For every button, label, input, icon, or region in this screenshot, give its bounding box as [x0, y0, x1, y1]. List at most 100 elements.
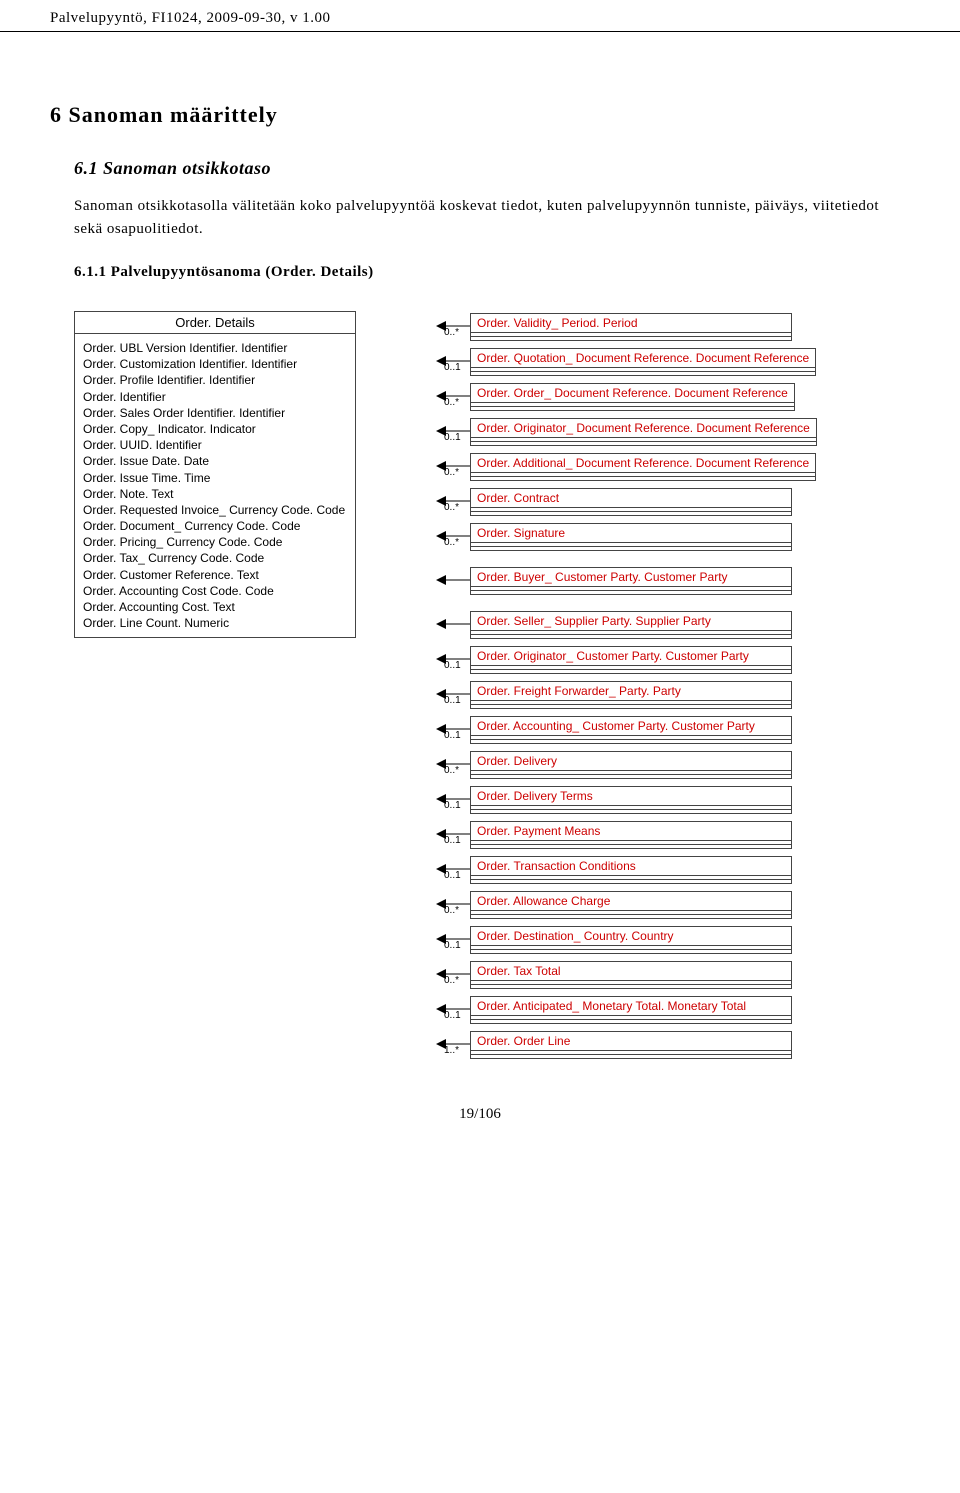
relations-column: 0..* Order. Validity_ Period. Period 0..1 O… [436, 313, 817, 1066]
relation-class-box: Order. Allowance Charge [470, 891, 792, 919]
multiplicity-label: 0..* [444, 467, 459, 478]
heading-2: 6.1 Sanoman otsikkotaso [74, 158, 910, 179]
relation-class-title: Order. Payment Means [471, 822, 791, 841]
relation-class-box: Order. Delivery Terms [470, 786, 792, 814]
class-attribute: Order. Customization Identifier. Identif… [83, 356, 347, 372]
multiplicity-label: 0..* [444, 975, 459, 986]
relation-class-title: Order. Buyer_ Customer Party. Customer P… [471, 568, 791, 587]
relation-class-box: Order. Order Line [470, 1031, 792, 1059]
relation-class-box: Order. Validity_ Period. Period [470, 313, 792, 341]
doc-header: Palvelupyyntö, FI1024, 2009-09-30, v 1.0… [0, 0, 960, 32]
relation-class-title: Order. Anticipated_ Monetary Total. Mone… [471, 997, 791, 1016]
relation-class-box: Order. Buyer_ Customer Party. Customer P… [470, 567, 792, 595]
relation-class-title: Order. Freight Forwarder_ Party. Party [471, 682, 791, 701]
relation-row: Order. Buyer_ Customer Party. Customer P… [436, 567, 817, 595]
multiplicity-label: 0..1 [444, 1010, 461, 1021]
multiplicity-label: 0..1 [444, 730, 461, 741]
class-attribute: Order. Accounting Cost Code. Code [83, 583, 347, 599]
relation-row: 0..* Order. Additional_ Document Referenc… [436, 453, 817, 481]
multiplicity-label: 0..1 [444, 660, 461, 671]
class-attribute: Order. UBL Version Identifier. Identifie… [83, 340, 347, 356]
relation-class-box: Order. Quotation_ Document Reference. Do… [470, 348, 816, 376]
multiplicity-label: 0..1 [444, 695, 461, 706]
class-attributes: Order. UBL Version Identifier. Identifie… [75, 334, 355, 637]
multiplicity-label: 0..1 [444, 432, 461, 443]
relation-row: 0..1 Order. Quotation_ Document Reference… [436, 348, 817, 376]
relation-row: 0..1 Order. Anticipated_ Monetary Total. … [436, 996, 817, 1024]
class-attribute: Order. Issue Time. Time [83, 470, 347, 486]
relation-row: 0..1 Order. Originator_ Document Referenc… [436, 418, 817, 446]
relation-row: 0..1 Order. Freight Forwarder_ Party. Par… [436, 681, 817, 709]
relation-class-title: Order. Contract [471, 489, 791, 508]
relation-row: 0..* Order. Order_ Document Reference. Do… [436, 383, 817, 411]
multiplicity-label: 1..* [444, 1045, 459, 1056]
multiplicity-label: 0..1 [444, 940, 461, 951]
class-attribute: Order. Note. Text [83, 486, 347, 502]
relation-class-box: Order. Signature [470, 523, 792, 551]
relation-class-box: Order. Seller_ Supplier Party. Supplier … [470, 611, 792, 639]
relation-class-title: Order. Transaction Conditions [471, 857, 791, 876]
relation-class-title: Order. Signature [471, 524, 791, 543]
relation-class-box: Order. Contract [470, 488, 792, 516]
relation-class-box: Order. Originator_ Customer Party. Custo… [470, 646, 792, 674]
multiplicity-label: 0..1 [444, 362, 461, 373]
aggregation-arrow-icon [436, 617, 470, 633]
class-attribute: Order. Pricing_ Currency Code. Code [83, 534, 347, 550]
relation-row: 0..* Order. Contract [436, 488, 817, 516]
class-attribute: Order. Sales Order Identifier. Identifie… [83, 405, 347, 421]
relation-row: 0..1 Order. Destination_ Country. Country [436, 926, 817, 954]
class-attribute: Order. Issue Date. Date [83, 453, 347, 469]
relation-class-title: Order. Delivery Terms [471, 787, 791, 806]
multiplicity-label: 0..1 [444, 835, 461, 846]
class-attribute: Order. Identifier [83, 389, 347, 405]
relation-row: Order. Seller_ Supplier Party. Supplier … [436, 611, 817, 639]
multiplicity-label: 0..1 [444, 870, 461, 881]
relation-class-title: Order. Originator_ Customer Party. Custo… [471, 647, 791, 666]
relation-class-title: Order. Order_ Document Reference. Docume… [471, 384, 794, 403]
relation-class-title: Order. Additional_ Document Reference. D… [471, 454, 815, 473]
multiplicity-label: 0..* [444, 397, 459, 408]
class-attribute: Order. Requested Invoice_ Currency Code.… [83, 502, 347, 518]
relation-class-title: Order. Originator_ Document Reference. D… [471, 419, 816, 438]
relation-row: 0..1 Order. Originator_ Customer Party. C… [436, 646, 817, 674]
heading-1: 6 Sanoman määrittely [50, 102, 910, 128]
multiplicity-label: 0..* [444, 502, 459, 513]
relation-class-box: Order. Additional_ Document Reference. D… [470, 453, 816, 481]
multiplicity-label: 0..* [444, 537, 459, 548]
relation-class-box: Order. Freight Forwarder_ Party. Party [470, 681, 792, 709]
relation-class-box: Order. Transaction Conditions [470, 856, 792, 884]
aggregation-arrow-icon [436, 573, 470, 589]
relation-row: 0..* Order. Signature [436, 523, 817, 551]
relation-row: 0..1 Order. Payment Means [436, 821, 817, 849]
relation-row: 0..1 Order. Transaction Conditions [436, 856, 817, 884]
relation-class-box: Order. Payment Means [470, 821, 792, 849]
class-attribute: Order. Tax_ Currency Code. Code [83, 550, 347, 566]
multiplicity-label: 0..* [444, 905, 459, 916]
heading-3: 6.1.1 Palvelupyyntösanoma (Order. Detail… [74, 264, 910, 281]
uml-diagram: Order. Details Order. UBL Version Identi… [74, 311, 910, 1066]
relation-class-box: Order. Originator_ Document Reference. D… [470, 418, 817, 446]
relation-class-title: Order. Tax Total [471, 962, 791, 981]
relation-class-box: Order. Destination_ Country. Country [470, 926, 792, 954]
multiplicity-label: 0..* [444, 327, 459, 338]
class-attribute: Order. Profile Identifier. Identifier [83, 372, 347, 388]
relation-row: 0..* Order. Allowance Charge [436, 891, 817, 919]
relation-row: 0..* Order. Tax Total [436, 961, 817, 989]
class-attribute: Order. Line Count. Numeric [83, 615, 347, 631]
multiplicity-label: 0..* [444, 765, 459, 776]
relation-class-title: Order. Order Line [471, 1032, 791, 1051]
intro-paragraph: Sanoman otsikkotasolla välitetään koko p… [74, 195, 910, 240]
relation-class-title: Order. Validity_ Period. Period [471, 314, 791, 333]
class-box-order-details: Order. Details Order. UBL Version Identi… [74, 311, 356, 638]
relation-class-title: Order. Delivery [471, 752, 791, 771]
content: 6 Sanoman määrittely 6.1 Sanoman otsikko… [0, 32, 960, 1086]
multiplicity-label: 0..1 [444, 800, 461, 811]
relation-row: 0..1 Order. Accounting_ Customer Party. C… [436, 716, 817, 744]
relation-class-box: Order. Delivery [470, 751, 792, 779]
relation-class-title: Order. Accounting_ Customer Party. Custo… [471, 717, 791, 736]
relation-row: 0..* Order. Validity_ Period. Period [436, 313, 817, 341]
relation-class-box: Order. Order_ Document Reference. Docume… [470, 383, 795, 411]
relation-class-box: Order. Anticipated_ Monetary Total. Mone… [470, 996, 792, 1024]
relation-class-box: Order. Accounting_ Customer Party. Custo… [470, 716, 792, 744]
page-footer: 19/106 [0, 1086, 960, 1153]
